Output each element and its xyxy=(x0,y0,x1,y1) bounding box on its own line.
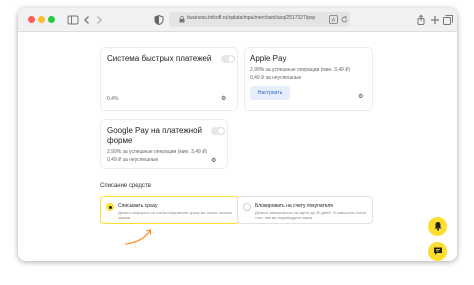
option-description: Деньги спишутся со счета покупателя сраз… xyxy=(118,210,233,220)
option-title: Блокировать на счету покупателя xyxy=(255,203,333,209)
settings-icon[interactable]: ⚙ xyxy=(358,93,363,100)
notifications-button[interactable] xyxy=(428,217,447,236)
sidebar-icon[interactable] xyxy=(66,13,80,27)
minimize-window-button[interactable] xyxy=(38,16,45,23)
debit-option-immediate[interactable]: Списывать сразу Деньги спишутся со счета… xyxy=(100,196,239,224)
translate-icon[interactable]: A xyxy=(329,15,338,24)
page-content: Система быстрых платежей 0,4% ⚙ Apple Pa… xyxy=(18,32,457,261)
settings-icon[interactable]: ⚙ xyxy=(221,95,226,102)
apple-pay-success-fee: 2,99% за успешные операции (мин. 3,49 ₽) xyxy=(250,67,351,73)
annotation-arrow xyxy=(124,229,152,245)
lock-icon xyxy=(179,16,185,23)
debit-option-hold[interactable]: Блокировать на счету покупателя Деньги з… xyxy=(237,196,373,224)
option-title: Списывать сразу xyxy=(118,203,158,209)
section-title: Списание средств xyxy=(100,183,151,189)
browser-toolbar: business.tinkoff.ru/oplata/mpa/merchant/… xyxy=(18,8,457,32)
apple-pay-failed-fee: 0,49 ₽ за неуспешные xyxy=(250,75,302,81)
radio-selected[interactable] xyxy=(106,203,114,211)
close-window-button[interactable] xyxy=(28,16,35,23)
browser-window: business.tinkoff.ru/oplata/mpa/merchant/… xyxy=(18,8,457,261)
google-pay-title-line2: форме xyxy=(107,136,133,145)
shield-icon[interactable] xyxy=(152,13,166,27)
radio-unselected[interactable] xyxy=(243,203,251,211)
google-pay-toggle[interactable] xyxy=(211,127,225,135)
apple-pay-setup-button[interactable]: Настроить xyxy=(250,86,290,100)
settings-icon[interactable]: ⚙ xyxy=(211,157,216,164)
svg-text:A: A xyxy=(332,18,336,24)
bell-icon xyxy=(434,222,441,231)
chat-button[interactable] xyxy=(428,242,447,261)
apple-pay-card: Apple Pay 2,99% за успешные операции (ми… xyxy=(244,47,373,111)
url-text: business.tinkoff.ru/oplata/mpa/merchant/… xyxy=(187,15,316,21)
address-bar[interactable]: business.tinkoff.ru/oplata/mpa/merchant/… xyxy=(169,12,350,27)
google-pay-title-line1: Google Pay на платежной xyxy=(107,126,203,135)
sbp-toggle[interactable] xyxy=(221,55,235,63)
sbp-rate: 0,4% xyxy=(107,96,119,102)
apple-pay-title: Apple Pay xyxy=(250,54,287,63)
sbp-card: Система быстрых платежей 0,4% ⚙ xyxy=(100,47,238,111)
google-pay-card: Google Pay на платежной форме 2,99% за у… xyxy=(100,119,228,169)
tabs-icon[interactable] xyxy=(441,13,455,27)
share-icon[interactable] xyxy=(414,13,428,27)
google-pay-failed-fee: 0,49 ₽ за неуспешные xyxy=(107,157,159,163)
chat-icon xyxy=(433,247,442,255)
option-description: Деньги заморозятся на карте до 30 дней. … xyxy=(255,210,367,220)
plus-icon[interactable] xyxy=(428,13,442,27)
chevron-right-icon[interactable] xyxy=(92,13,106,27)
google-pay-success-fee: 2,99% за успешные операции (мин. 3,49 ₽) xyxy=(107,149,208,155)
zoom-window-button[interactable] xyxy=(48,16,55,23)
sbp-title: Система быстрых платежей xyxy=(107,54,212,63)
reload-icon[interactable] xyxy=(340,15,349,24)
